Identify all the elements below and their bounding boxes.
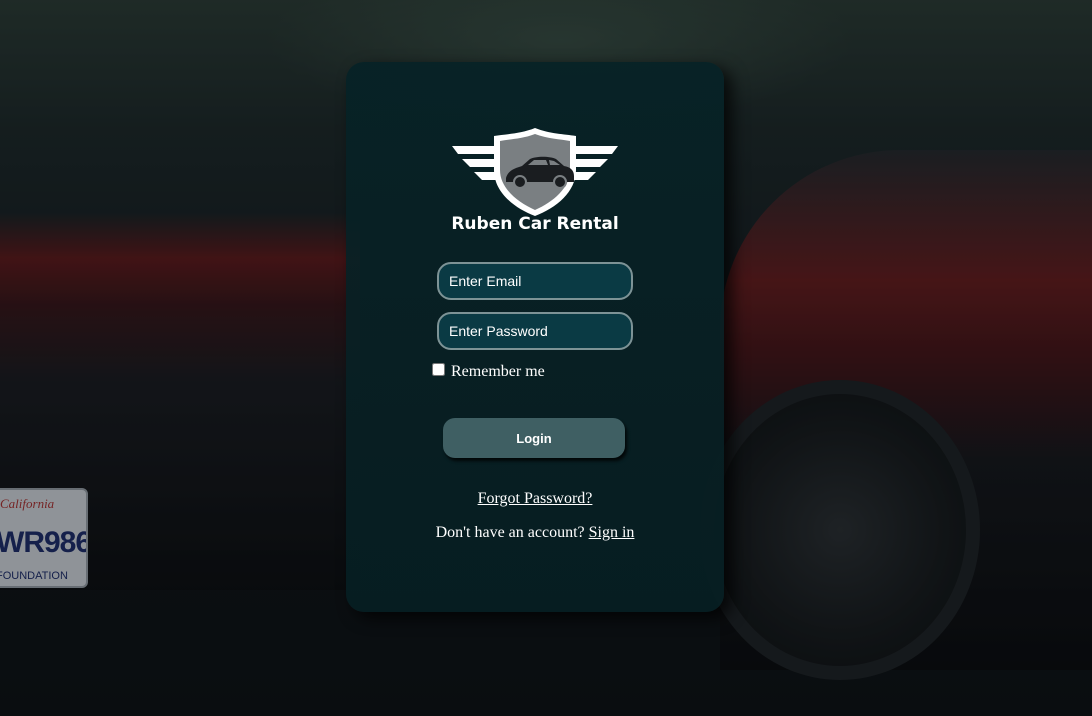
brand-logo: Ruben Car Rental <box>450 126 620 238</box>
login-button[interactable]: Login <box>443 418 625 458</box>
email-field[interactable] <box>437 262 633 300</box>
signup-prompt-text: Don't have an account? <box>435 524 589 541</box>
signup-prompt: Don't have an account? Sign in <box>346 524 724 542</box>
remember-me-label: Remember me <box>451 363 545 380</box>
brand-name: Ruben Car Rental <box>451 214 619 234</box>
sign-in-link[interactable]: Sign in <box>589 524 635 541</box>
forgot-password: Forgot Password? <box>346 490 724 508</box>
remember-me-checkbox[interactable] <box>432 362 445 376</box>
password-field[interactable] <box>437 312 633 350</box>
remember-me[interactable]: Remember me <box>432 362 545 381</box>
login-card: Ruben Car Rental Remember me Login Forgo… <box>346 62 724 612</box>
winged-shield-car-icon <box>452 128 618 216</box>
forgot-password-link[interactable]: Forgot Password? <box>478 490 593 507</box>
